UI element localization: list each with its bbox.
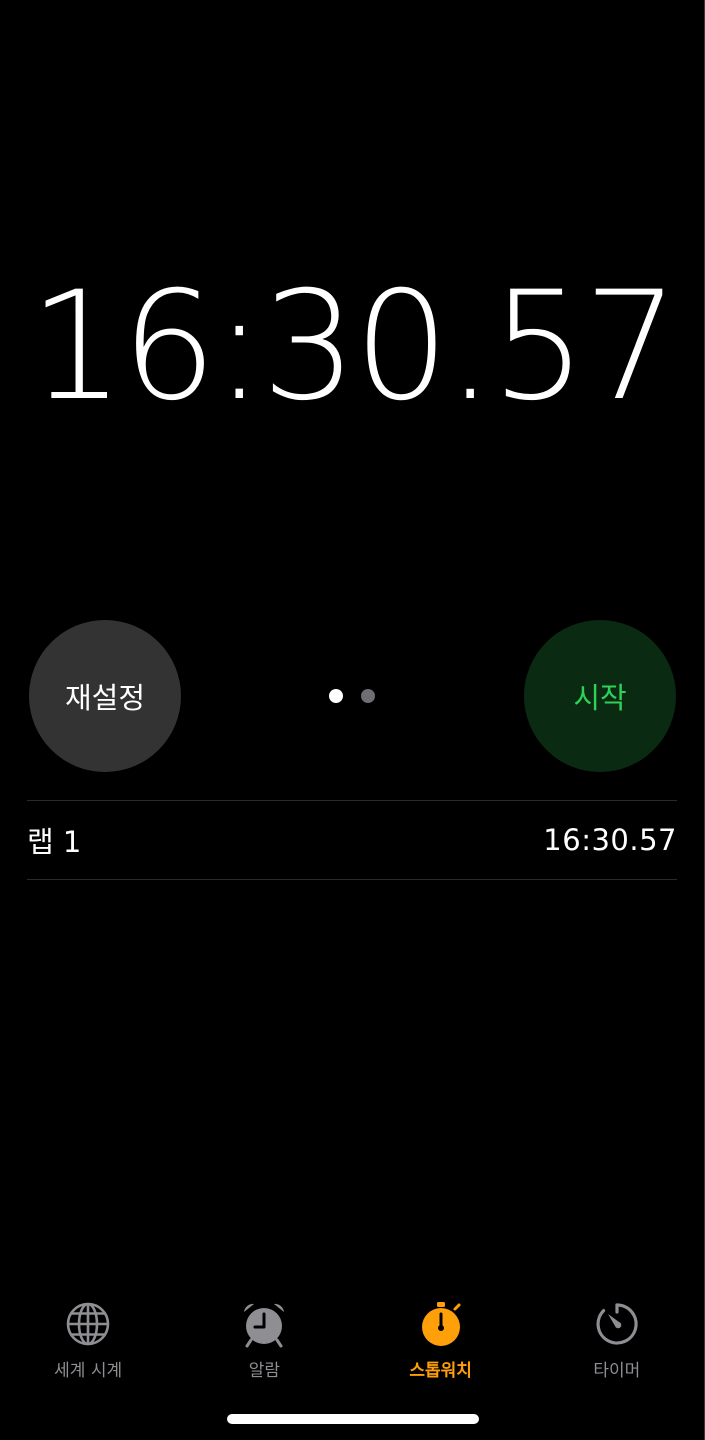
tab-label: 알람: [248, 1361, 281, 1381]
tab-label: 타이머: [593, 1361, 641, 1381]
page-indicator[interactable]: [329, 688, 377, 704]
page-dot: [361, 689, 375, 703]
tab-bar: 세계 시계 알람 스톱워치 타이머: [0, 1294, 705, 1384]
stopwatch-time-display: 16:30.57: [29, 260, 679, 434]
lap-label: 랩 1: [27, 825, 82, 859]
lap-list: 랩 1 16:30.57: [27, 800, 677, 880]
timer-icon: [596, 1303, 638, 1345]
globe-icon: [66, 1302, 110, 1346]
stopwatch-icon: [421, 1302, 461, 1346]
page-dot-active: [329, 689, 343, 703]
tab-stopwatch[interactable]: 스톱워치: [353, 1294, 529, 1384]
lap-time: 16:30.57: [543, 823, 677, 857]
start-button[interactable]: 시작: [524, 620, 676, 772]
tab-label: 스톱워치: [409, 1361, 472, 1381]
reset-button[interactable]: 재설정: [29, 620, 181, 772]
tab-world-clock[interactable]: 세계 시계: [0, 1294, 176, 1384]
tab-label: 세계 시계: [54, 1361, 123, 1381]
tab-alarm[interactable]: 알람: [176, 1294, 352, 1384]
home-indicator[interactable]: [227, 1414, 479, 1424]
start-button-label: 시작: [573, 681, 627, 715]
lap-row: 랩 1 16:30.57: [27, 800, 677, 880]
alarm-clock-icon: [244, 1303, 285, 1348]
tab-timer[interactable]: 타이머: [529, 1294, 705, 1384]
stopwatch-screen: { "stopwatch": { "elapsed": "16:30.57" }…: [0, 0, 705, 1440]
reset-button-label: 재설정: [64, 681, 146, 715]
